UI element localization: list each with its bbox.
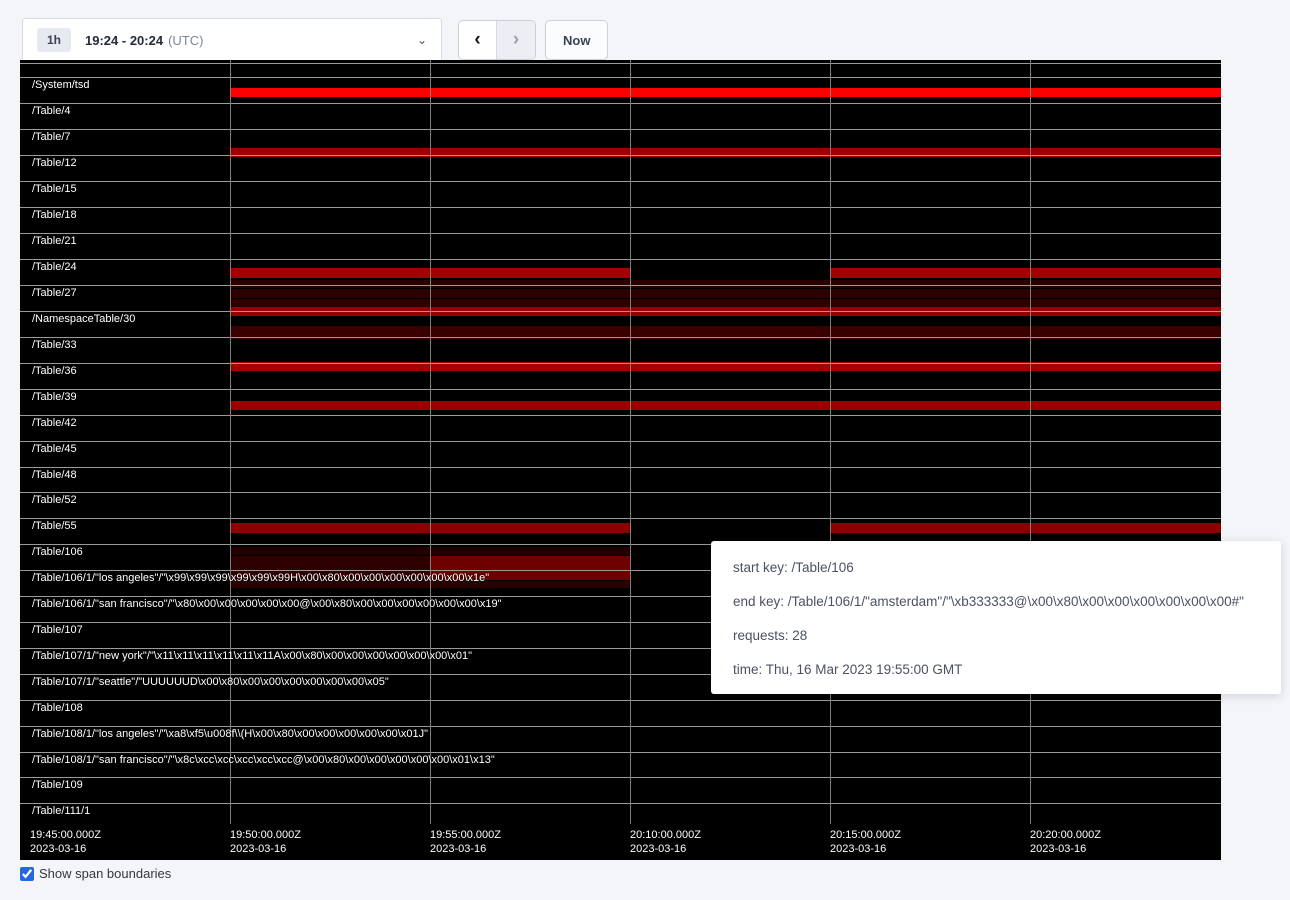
heatmap-cell[interactable] [230,280,1221,288]
row-label: /Table/111/1 [32,805,90,817]
axis-tick-label: 20:20:00.000Z2023-03-16 [1030,828,1101,856]
gridline-h [20,337,1221,338]
gridline-v [430,60,431,824]
chevron-down-icon: ⌄ [417,33,427,47]
gridline-v [230,60,231,824]
time-nav-group: ‹ › [458,20,536,60]
gridline-h [20,492,1221,493]
time-axis: 19:45:00.000Z2023-03-16 19:50:00.000Z2023… [20,824,1221,860]
row-label: /Table/27 [32,287,77,299]
gridline-h [20,285,1221,286]
gridline-h [20,207,1221,208]
axis-tick-label: 19:50:00.000Z2023-03-16 [230,828,301,856]
gridline-h [20,259,1221,260]
heatmap-canvas[interactable]: /System/tsd/Table/4/Table/7/Table/12/Tab… [20,60,1221,860]
row-label: /Table/4 [32,105,71,117]
heatmap-cell[interactable] [230,401,1221,410]
gridline-h [20,389,1221,390]
row-label: /Table/39 [32,391,77,403]
heatmap-cell[interactable] [830,523,1221,533]
row-label: /Table/106/1/"san francisco"/"\x80\x00\x… [32,598,502,610]
gridline-h [20,233,1221,234]
gridline-h [20,700,1221,701]
gridline-h [20,518,1221,519]
row-label: /NamespaceTable/30 [32,313,135,325]
row-label: /Table/106 [32,546,83,558]
gridline-h [20,777,1221,778]
gridline-h [20,803,1221,804]
axis-tick-label: 19:45:00.000Z2023-03-16 [30,828,101,856]
tooltip-requests: requests: 28 [733,619,1259,653]
tooltip-end-key: end key: /Table/106/1/"amsterdam"/"\xb33… [733,585,1259,619]
gridline-v [1030,60,1031,824]
row-label: /System/tsd [32,79,89,91]
gridline-h [20,103,1221,104]
next-interval-button[interactable]: › [497,21,535,59]
gridline-h [20,363,1221,364]
toolbar: 1h 19:24 - 20:24 (UTC) ⌄ ‹ › Now [0,0,1290,60]
row-label: /Table/52 [32,494,77,506]
row-label: /Table/107 [32,624,83,636]
time-range-timezone: (UTC) [168,33,203,48]
axis-tick-label: 20:15:00.000Z2023-03-16 [830,828,901,856]
heatmap-cell[interactable] [830,268,1221,278]
row-label: /Table/108/1/"san francisco"/"\x8c\xcc\x… [32,754,495,766]
axis-tick-label: 20:10:00.000Z2023-03-16 [630,828,701,856]
gridline-v [830,60,831,824]
row-label: /Table/48 [32,469,77,481]
row-label: /Table/12 [32,157,77,169]
row-label: /Table/21 [32,235,77,247]
gridline-h [20,311,1221,312]
row-label: /Table/108/1/"los angeles"/"\xa8\xf5\u00… [32,728,428,740]
row-label: /Table/106/1/"los angeles"/"\x99\x99\x99… [32,572,489,584]
gridline-h [20,726,1221,727]
gridline-v [630,60,631,824]
row-label: /Table/15 [32,183,77,195]
row-label: /Table/33 [32,339,77,351]
row-label: /Table/24 [32,261,77,273]
heatmap-cell[interactable] [230,289,1221,298]
heatmap-cell[interactable] [230,299,1221,307]
axis-tick-label: 19:55:00.000Z2023-03-16 [430,828,501,856]
row-label: /Table/108 [32,702,83,714]
row-label: /Table/7 [32,131,71,143]
gridline-h [20,181,1221,182]
gridline-h [20,155,1221,156]
now-button[interactable]: Now [545,20,608,60]
tooltip-time: time: Thu, 16 Mar 2023 19:55:00 GMT [733,653,1259,687]
prev-interval-button[interactable]: ‹ [459,21,497,59]
span-boundaries-row: Show span boundaries [20,866,171,881]
gridline-h [20,415,1221,416]
time-range-select[interactable]: 1h 19:24 - 20:24 (UTC) ⌄ [22,18,442,62]
row-label: /Table/55 [32,520,77,532]
row-label: /Table/45 [32,443,77,455]
gridline-h [20,467,1221,468]
row-label: /Table/36 [32,365,77,377]
gridline-h [20,752,1221,753]
row-label: /Table/18 [32,209,77,221]
gridline-h [20,129,1221,130]
tooltip-start-key: start key: /Table/106 [733,551,1259,585]
time-range-badge: 1h [37,28,71,52]
gridline-h [20,77,1221,78]
cell-tooltip: start key: /Table/106 end key: /Table/10… [711,541,1281,694]
time-range-text: 19:24 - 20:24 [85,33,163,48]
row-label: /Table/42 [32,417,77,429]
gridline-h [20,441,1221,442]
row-label: /Table/107/1/"seattle"/"UUUUUUD\x00\x80\… [32,676,389,688]
show-span-boundaries-checkbox[interactable] [20,867,34,881]
row-label: /Table/109 [32,779,83,791]
gridline-h [20,63,1221,64]
show-span-boundaries-label: Show span boundaries [39,866,171,881]
row-label: /Table/107/1/"new york"/"\x11\x11\x11\x1… [32,650,472,662]
heatmap-cell[interactable] [230,88,1221,97]
